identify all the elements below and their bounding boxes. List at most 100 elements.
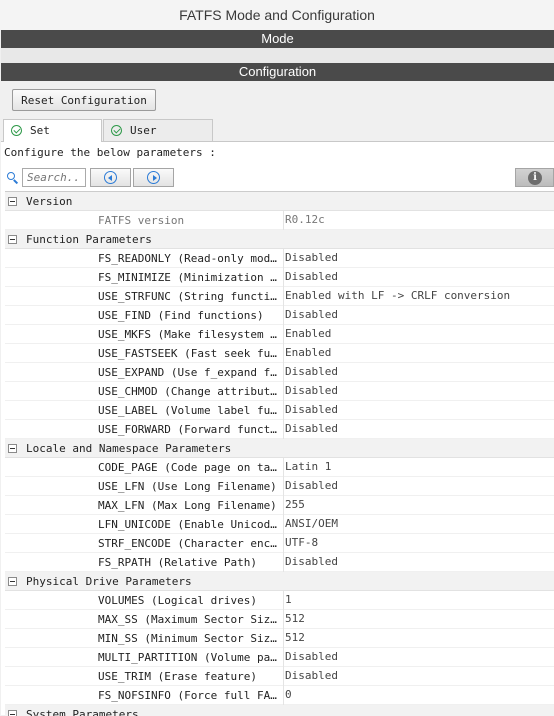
parameter-name: MAX_LFN (Max Long Filename) <box>98 499 277 512</box>
parameter-value[interactable]: 512 <box>283 629 554 648</box>
reset-configuration-button[interactable]: Reset Configuration <box>12 89 156 111</box>
parameter-row[interactable]: VOLUMES (Logical drives) 1 <box>5 591 554 610</box>
search-icon <box>7 172 15 180</box>
configuration-section-header[interactable]: Configuration <box>1 63 554 81</box>
mode-section-header[interactable]: Mode <box>1 30 554 48</box>
parameter-row[interactable]: FS_READONLY (Read-only mode) Disabled <box>5 249 554 268</box>
parameter-group-label: Version <box>26 195 73 208</box>
parameter-group-label: Function Parameters <box>26 233 152 246</box>
parameter-row[interactable]: USE_FIND (Find functions) Disabled <box>5 306 554 325</box>
parameter-value[interactable]: 0 <box>283 686 554 705</box>
collapse-toggle-icon[interactable] <box>8 710 17 716</box>
parameter-name: USE_CHMOD (Change attribute... <box>98 385 280 398</box>
parameter-name: USE_MKFS (Make filesystem f... <box>98 328 280 341</box>
parameter-value[interactable]: 1 <box>283 591 554 610</box>
parameter-row[interactable]: LFN_UNICODE (Enable Unicode) ANSI/OEM <box>5 515 554 534</box>
check-circle-icon <box>111 125 122 136</box>
parameter-value: R0.12c <box>283 211 554 230</box>
parameter-name: MAX_SS (Maximum Sector Size) <box>98 613 280 626</box>
parameter-row[interactable]: FATFS version R0.12c <box>5 211 554 230</box>
collapse-toggle-icon[interactable] <box>8 444 17 453</box>
configuration-panel: Reset Configuration Set Defines User Con… <box>1 81 554 716</box>
parameter-group-row[interactable]: Version <box>5 192 554 211</box>
parameter-value[interactable]: Disabled <box>283 249 554 268</box>
parameter-name: STRF_ENCODE (Character enco... <box>98 537 280 550</box>
parameter-name: USE_LFN (Use Long Filename) <box>98 480 277 493</box>
parameter-value[interactable]: Disabled <box>283 401 554 420</box>
parameter-row[interactable]: MIN_SS (Minimum Sector Size) 512 <box>5 629 554 648</box>
parameter-row[interactable]: FS_MINIMIZE (Minimization l... Disabled <box>5 268 554 287</box>
parameter-name: FATFS version <box>98 214 185 227</box>
parameter-value[interactable]: 512 <box>283 610 554 629</box>
parameter-row[interactable]: USE_CHMOD (Change attribute... Disabled <box>5 382 554 401</box>
parameter-name: USE_FASTSEEK (Fast seek fun... <box>98 347 280 360</box>
parameter-value[interactable]: UTF-8 <box>283 534 554 553</box>
parameter-value[interactable]: Enabled <box>283 325 554 344</box>
parameter-group-row[interactable]: Physical Drive Parameters <box>5 572 554 591</box>
previous-match-button[interactable] <box>90 168 131 187</box>
parameter-name: USE_EXPAND (Use f_expand fu... <box>98 366 280 379</box>
parameter-group-label: Locale and Namespace Parameters <box>26 442 232 455</box>
tab-content: Configure the below parameters : i Versi… <box>1 142 554 716</box>
parameter-name: MULTI_PARTITION (Volume par... <box>98 651 280 664</box>
parameter-name: USE_LABEL (Volume label fun... <box>98 404 280 417</box>
parameter-value[interactable]: Disabled <box>283 477 554 496</box>
parameter-group-row[interactable]: Function Parameters <box>5 230 554 249</box>
parameter-value[interactable]: Enabled with LF -> CRLF conversion <box>283 287 554 306</box>
parameter-name: FS_NOFSINFO (Force full FAT... <box>98 689 280 702</box>
parameter-name: MIN_SS (Minimum Sector Size) <box>98 632 280 645</box>
parameter-group-row[interactable]: System Parameters <box>5 705 554 716</box>
parameter-row[interactable]: MULTI_PARTITION (Volume par... Disabled <box>5 648 554 667</box>
parameter-row[interactable]: MAX_LFN (Max Long Filename) 255 <box>5 496 554 515</box>
parameter-row[interactable]: USE_TRIM (Erase feature) Disabled <box>5 667 554 686</box>
parameter-name: CODE_PAGE (Code page on tar... <box>98 461 280 474</box>
parameter-value[interactable]: Disabled <box>283 268 554 287</box>
parameter-row[interactable]: USE_FASTSEEK (Fast seek fun... Enabled <box>5 344 554 363</box>
parameter-name: USE_FIND (Find functions) <box>98 309 264 322</box>
parameter-row[interactable]: USE_MKFS (Make filesystem f... Enabled <box>5 325 554 344</box>
parameter-row[interactable]: FS_NOFSINFO (Force full FAT... 0 <box>5 686 554 705</box>
parameter-name: USE_STRFUNC (String functions) <box>98 290 280 303</box>
parameter-row[interactable]: USE_STRFUNC (String functions) Enabled wi… <box>5 287 554 306</box>
mode-section-body <box>1 48 554 63</box>
configure-instructions: Configure the below parameters : <box>4 146 216 159</box>
parameter-group-label: Physical Drive Parameters <box>26 575 192 588</box>
parameter-value[interactable]: Disabled <box>283 382 554 401</box>
collapse-toggle-icon[interactable] <box>8 235 17 244</box>
parameter-name: USE_TRIM (Erase feature) <box>98 670 257 683</box>
parameter-value[interactable]: Disabled <box>283 363 554 382</box>
parameter-value[interactable]: Disabled <box>283 648 554 667</box>
parameter-value[interactable]: Enabled <box>283 344 554 363</box>
parameter-row[interactable]: MAX_SS (Maximum Sector Size) 512 <box>5 610 554 629</box>
tab-user-constants[interactable]: User Constants <box>103 119 213 159</box>
parameter-value[interactable]: ANSI/OEM <box>283 515 554 534</box>
parameter-name: USE_FORWARD (Forward function) <box>98 423 280 436</box>
info-button[interactable]: i <box>515 168 554 187</box>
config-tabs: Set Defines User Constants <box>1 119 554 159</box>
parameter-value[interactable]: Disabled <box>283 667 554 686</box>
parameter-row[interactable]: FS_RPATH (Relative Path) Disabled <box>5 553 554 572</box>
window-title: FATFS Mode and Configuration <box>0 0 554 30</box>
parameter-row[interactable]: USE_LABEL (Volume label fun... Disabled <box>5 401 554 420</box>
parameter-row[interactable]: USE_LFN (Use Long Filename) Disabled <box>5 477 554 496</box>
search-input[interactable] <box>22 168 86 187</box>
parameter-value[interactable]: Disabled <box>283 306 554 325</box>
parameter-value[interactable]: Latin 1 <box>283 458 554 477</box>
tab-set-defines[interactable]: Set Defines <box>3 119 102 159</box>
parameter-value[interactable]: Disabled <box>283 420 554 439</box>
collapse-toggle-icon[interactable] <box>8 197 17 206</box>
parameter-row[interactable]: STRF_ENCODE (Character enco... UTF-8 <box>5 534 554 553</box>
parameter-row[interactable]: USE_EXPAND (Use f_expand fu... Disabled <box>5 363 554 382</box>
parameter-name: FS_READONLY (Read-only mode) <box>98 252 280 265</box>
parameter-value[interactable]: 255 <box>283 496 554 515</box>
parameter-tree: Version FATFS version R0.12c Function Param… <box>5 191 554 716</box>
parameter-name: VOLUMES (Logical drives) <box>98 594 257 607</box>
parameter-name: LFN_UNICODE (Enable Unicode) <box>98 518 280 531</box>
parameter-row[interactable]: CODE_PAGE (Code page on tar... Latin 1 <box>5 458 554 477</box>
collapse-toggle-icon[interactable] <box>8 577 17 586</box>
parameter-name: FS_MINIMIZE (Minimization l... <box>98 271 280 284</box>
parameter-row[interactable]: USE_FORWARD (Forward function) Disabled <box>5 420 554 439</box>
parameter-group-row[interactable]: Locale and Namespace Parameters <box>5 439 554 458</box>
next-match-button[interactable] <box>133 168 174 187</box>
parameter-value[interactable]: Disabled <box>283 553 554 572</box>
